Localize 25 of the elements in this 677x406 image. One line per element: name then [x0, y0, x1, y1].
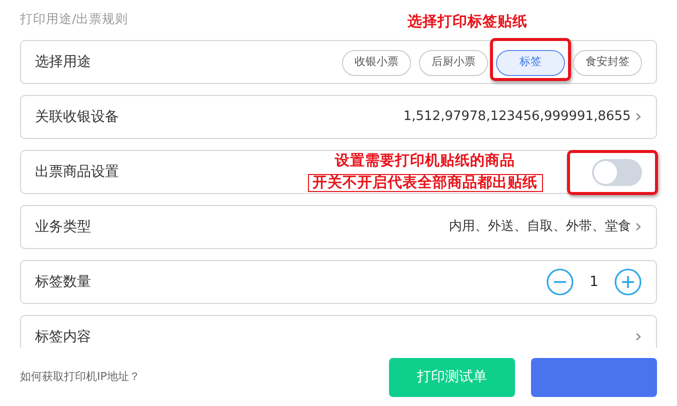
row-value: 1,512,97978,123456,999991,8655: [403, 108, 631, 126]
row-label: 出票商品设置: [35, 162, 119, 182]
option-chip[interactable]: 收银小票: [342, 50, 411, 76]
row-label: 选择用途: [35, 52, 91, 72]
row-label: 标签内容: [35, 328, 91, 346]
section-title: 打印用途/出票规则: [20, 11, 128, 26]
row-value: 内用、外送、自取、外带、堂食: [448, 218, 631, 236]
row-label: 业务类型: [35, 218, 91, 236]
row-label: 标签数量: [35, 272, 91, 292]
help-link[interactable]: 如何获取打印机IP地址？: [20, 368, 140, 386]
quantity-value: 1: [588, 272, 600, 292]
option-chip[interactable]: 标签: [496, 50, 565, 76]
toggle-switch[interactable]: [592, 158, 642, 186]
chevron-icon[interactable]: ›: [634, 328, 642, 346]
chevron-icon[interactable]: ›: [634, 108, 642, 126]
row-label: 关联收银设备: [35, 108, 119, 126]
annotation-text: 选择打印标签贴纸: [408, 14, 528, 30]
annotation-text: 设置需要打印机贴纸的商品: [335, 153, 515, 169]
option-chip[interactable]: 后厨小票: [419, 50, 488, 76]
plus-button[interactable]: [614, 268, 642, 296]
annotation-text: 开关不开启代表全部商品都出贴纸: [308, 174, 542, 192]
print-test-button[interactable]: 打印测试单: [389, 358, 515, 396]
option-chip[interactable]: 食安封签: [573, 50, 642, 76]
chevron-icon[interactable]: ›: [634, 218, 642, 236]
minus-button[interactable]: [546, 268, 574, 296]
